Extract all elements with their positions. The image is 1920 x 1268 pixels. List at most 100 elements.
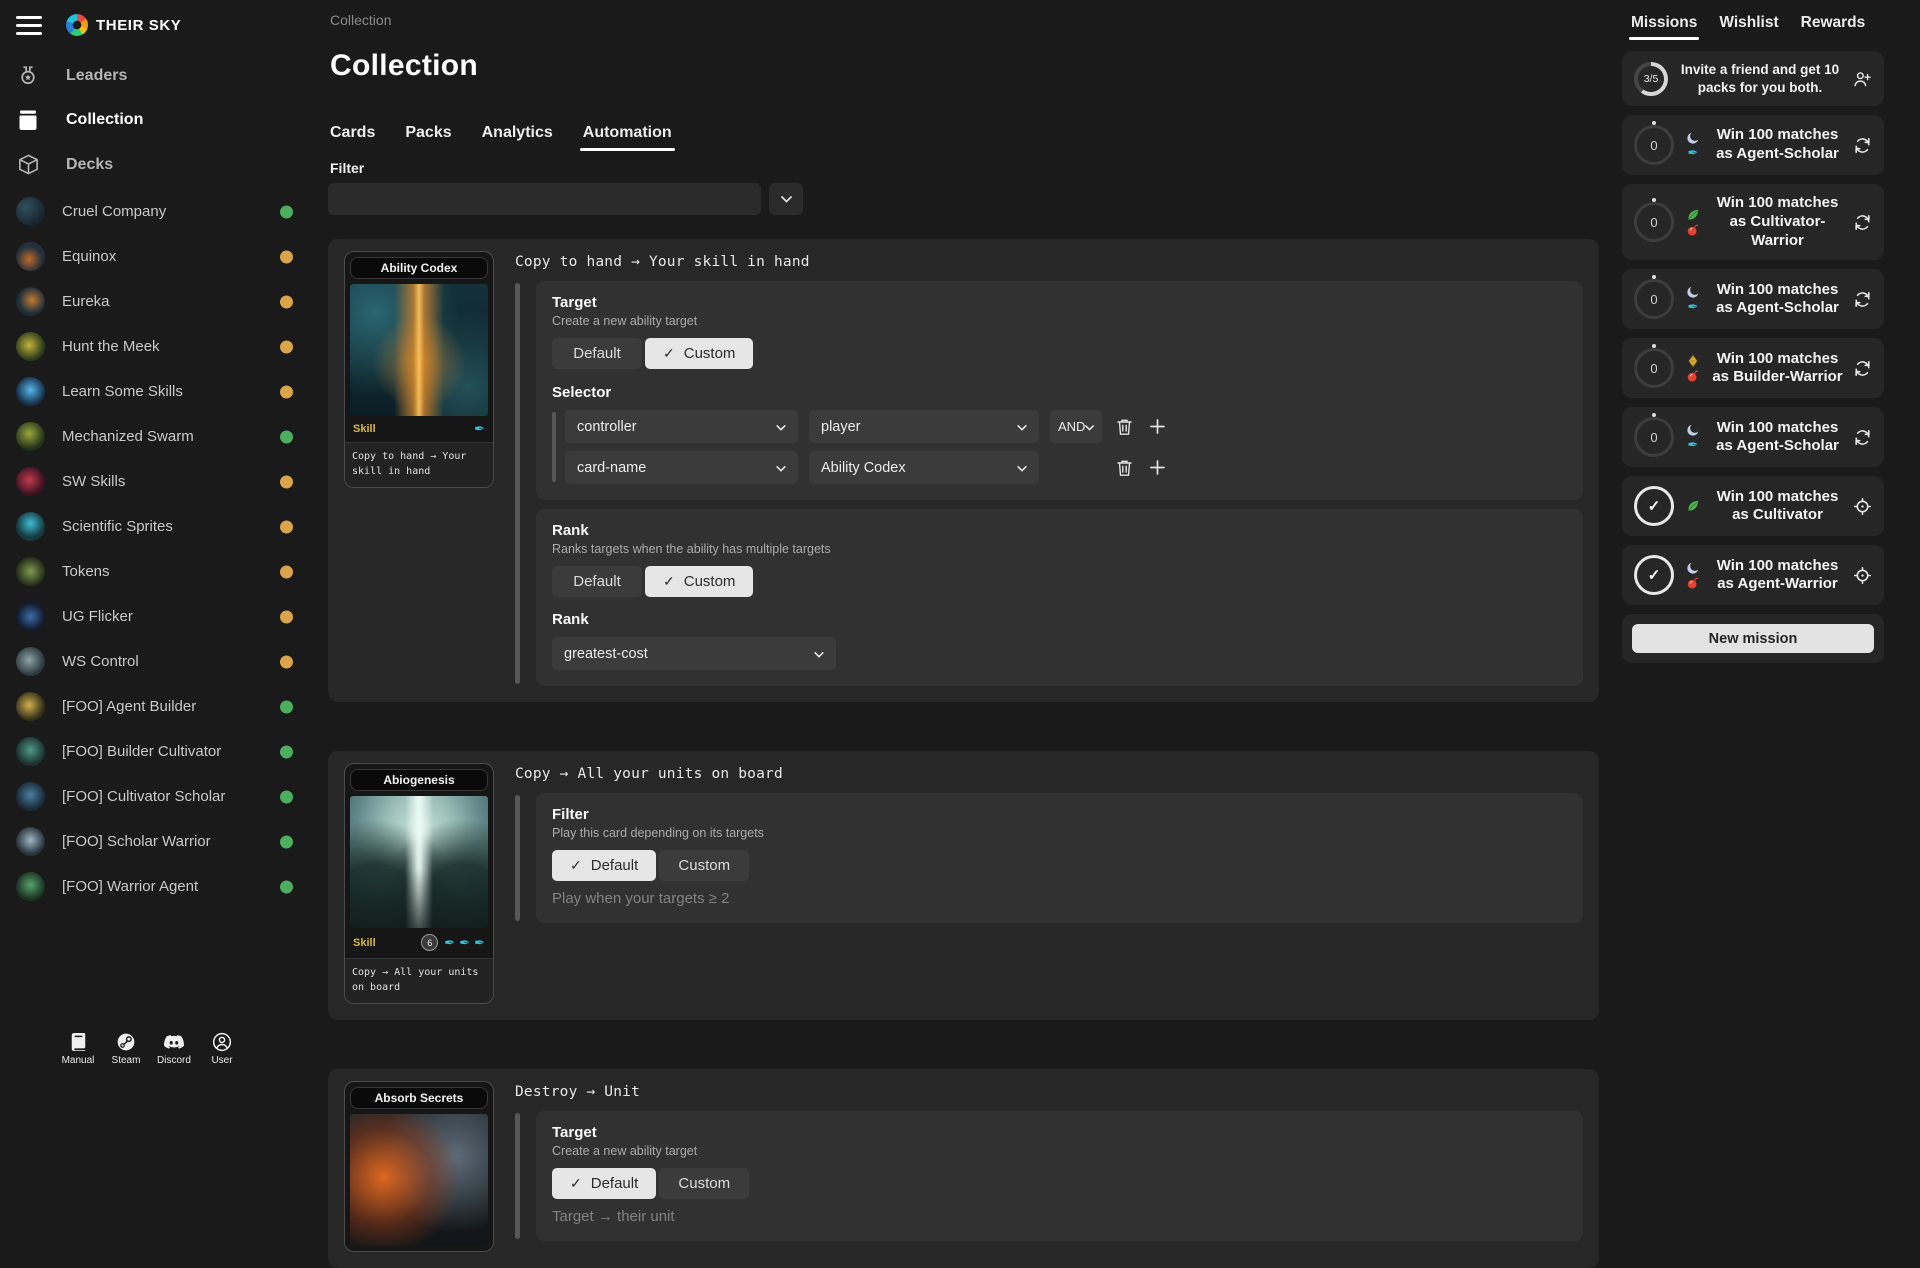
mission-card[interactable]: ✓ Win 100 matches as Cultivator xyxy=(1622,476,1884,536)
medal-icon xyxy=(16,65,40,87)
game-card-abiogenesis[interactable]: Abiogenesis Skill 6 ✒ ✒ ✒ Copy → All you… xyxy=(344,763,494,1004)
user-link[interactable]: User xyxy=(202,1032,242,1066)
progress-tick xyxy=(1652,121,1656,125)
deck-item[interactable]: Scientific Sprites xyxy=(0,504,328,549)
invite-friend-card[interactable]: 3/5 Invite a friend and get 10 packs for… xyxy=(1622,51,1884,106)
deck-item[interactable]: UG Flicker xyxy=(0,594,328,639)
deck-item[interactable]: Tokens xyxy=(0,549,328,594)
selector-rows: controller player AND card-name Ability … xyxy=(552,410,1567,484)
tab-cards[interactable]: Cards xyxy=(330,124,375,151)
steam-link[interactable]: Steam xyxy=(106,1032,146,1066)
agent-moon-icon xyxy=(1686,285,1700,299)
rank-custom-button[interactable]: ✓Custom xyxy=(645,566,753,597)
game-card-absorb-secrets[interactable]: Absorb Secrets xyxy=(344,1081,494,1252)
sidebar-item-collection[interactable]: Collection xyxy=(0,98,328,142)
deck-item[interactable]: [FOO] Warrior Agent xyxy=(0,864,328,909)
reroll-icon[interactable] xyxy=(1853,359,1872,378)
sidebar-item-label: Decks xyxy=(66,156,113,174)
filter-custom-button[interactable]: Custom xyxy=(659,850,749,881)
deck-status-dot xyxy=(280,205,293,218)
selector-row: card-name Ability Codex xyxy=(565,451,1567,484)
target-custom-button[interactable]: Custom xyxy=(659,1168,749,1199)
add-selector-icon[interactable] xyxy=(1146,416,1168,438)
target-default-button[interactable]: Default xyxy=(552,338,642,369)
person-plus-icon[interactable] xyxy=(1852,70,1872,88)
deck-item[interactable]: Eureka xyxy=(0,279,328,324)
mission-text: Win 100 matches as Agent-Warrior xyxy=(1712,557,1843,595)
target-default-button[interactable]: ✓Default xyxy=(552,1168,656,1199)
selector-value-dropdown[interactable]: player xyxy=(809,410,1039,443)
track-target-icon[interactable] xyxy=(1853,566,1872,585)
deck-avatar xyxy=(16,872,45,901)
check-icon: ✓ xyxy=(570,857,582,874)
deck-item[interactable]: Learn Some Skills xyxy=(0,369,328,414)
filter-default-button[interactable]: ✓Default xyxy=(552,850,656,881)
progress-tick xyxy=(1652,275,1656,279)
deck-avatar xyxy=(16,332,45,361)
deck-item[interactable]: Equinox xyxy=(0,234,328,279)
discord-link[interactable]: Discord xyxy=(154,1032,194,1066)
selector-field-dropdown[interactable]: controller xyxy=(565,410,798,443)
sidebar-item-decks[interactable]: Decks xyxy=(0,142,328,187)
deck-item[interactable]: [FOO] Builder Cultivator xyxy=(0,729,328,774)
reroll-icon[interactable] xyxy=(1853,428,1872,447)
filter-input[interactable] xyxy=(328,183,761,215)
left-sidebar: THEIR SKY Leaders Collection xyxy=(0,0,328,1080)
mission-card[interactable]: 0 ✒ Win 100 matches as Agent-Scholar xyxy=(1622,269,1884,329)
game-card-ability-codex[interactable]: Ability Codex Skill ✒ Copy to hand → You… xyxy=(344,251,494,488)
selector-row: controller player AND xyxy=(565,410,1567,443)
tab-automation[interactable]: Automation xyxy=(583,124,672,151)
reroll-icon[interactable] xyxy=(1853,136,1872,155)
deck-item[interactable]: WS Control xyxy=(0,639,328,684)
tab-wishlist[interactable]: Wishlist xyxy=(1719,14,1778,40)
filter-dropdown-button[interactable] xyxy=(769,183,803,215)
target-custom-button[interactable]: ✓Custom xyxy=(645,338,753,369)
new-mission-button[interactable]: New mission xyxy=(1632,624,1874,653)
mission-card[interactable]: 0 Win 100 matches as Builder-Warrior xyxy=(1622,338,1884,398)
rank-dropdown[interactable]: greatest-cost xyxy=(552,637,836,670)
selector-join-dropdown[interactable]: AND xyxy=(1050,410,1102,443)
cultivator-leaf-icon xyxy=(1686,208,1700,222)
deck-avatar xyxy=(16,692,45,721)
delete-selector-icon[interactable] xyxy=(1113,457,1135,479)
mission-class-icons xyxy=(1684,208,1702,237)
delete-selector-icon[interactable] xyxy=(1113,416,1135,438)
invite-progress-ring: 3/5 xyxy=(1634,62,1668,96)
deck-avatar xyxy=(16,197,45,226)
automation-rule-panel: Absorb Secrets Destroy → Unit Target Cre… xyxy=(328,1069,1599,1268)
rank-default-button[interactable]: Default xyxy=(552,566,642,597)
deck-item[interactable]: Cruel Company xyxy=(0,189,328,234)
tab-analytics[interactable]: Analytics xyxy=(482,124,553,151)
tab-missions[interactable]: Missions xyxy=(1631,14,1697,40)
deck-item[interactable]: SW Skills xyxy=(0,459,328,504)
menu-icon[interactable] xyxy=(16,16,42,35)
deck-item[interactable]: [FOO] Cultivator Scholar xyxy=(0,774,328,819)
deck-item[interactable]: [FOO] Agent Builder xyxy=(0,684,328,729)
mission-card[interactable]: 0 ✒ Win 100 matches as Agent-Scholar xyxy=(1622,115,1884,175)
selector-field-dropdown[interactable]: card-name xyxy=(565,451,798,484)
reroll-icon[interactable] xyxy=(1853,213,1872,232)
scholar-quill-icon: ✒ xyxy=(1688,438,1699,451)
filter-default-note: Play when your targets ≥ 2 xyxy=(552,890,1567,907)
reroll-icon[interactable] xyxy=(1853,290,1872,309)
mission-text: Win 100 matches as Cultivator-Warrior xyxy=(1712,194,1843,250)
mission-card[interactable]: ✓ Win 100 matches as Agent-Warrior xyxy=(1622,545,1884,605)
deck-item[interactable]: Mechanized Swarm xyxy=(0,414,328,459)
sidebar-item-leaders[interactable]: Leaders xyxy=(0,54,328,98)
tab-rewards[interactable]: Rewards xyxy=(1801,14,1866,40)
chevron-down-icon xyxy=(814,646,824,662)
deck-status-dot xyxy=(280,835,293,848)
selector-value-dropdown[interactable]: Ability Codex xyxy=(809,451,1039,484)
track-target-icon[interactable] xyxy=(1853,497,1872,516)
mission-card[interactable]: 0 ✒ Win 100 matches as Agent-Scholar xyxy=(1622,407,1884,467)
tab-packs[interactable]: Packs xyxy=(405,124,451,151)
app-logo[interactable]: THEIR SKY xyxy=(66,14,181,36)
sidebar-item-label: Collection xyxy=(66,111,143,129)
progress-tick xyxy=(1652,344,1656,348)
deck-avatar xyxy=(16,287,45,316)
add-selector-icon[interactable] xyxy=(1146,457,1168,479)
deck-item[interactable]: [FOO] Scholar Warrior xyxy=(0,819,328,864)
manual-link[interactable]: Manual xyxy=(58,1032,98,1066)
deck-item[interactable]: Hunt the Meek xyxy=(0,324,328,369)
mission-card[interactable]: 0 Win 100 matches as Cultivator-Warrior xyxy=(1622,184,1884,260)
